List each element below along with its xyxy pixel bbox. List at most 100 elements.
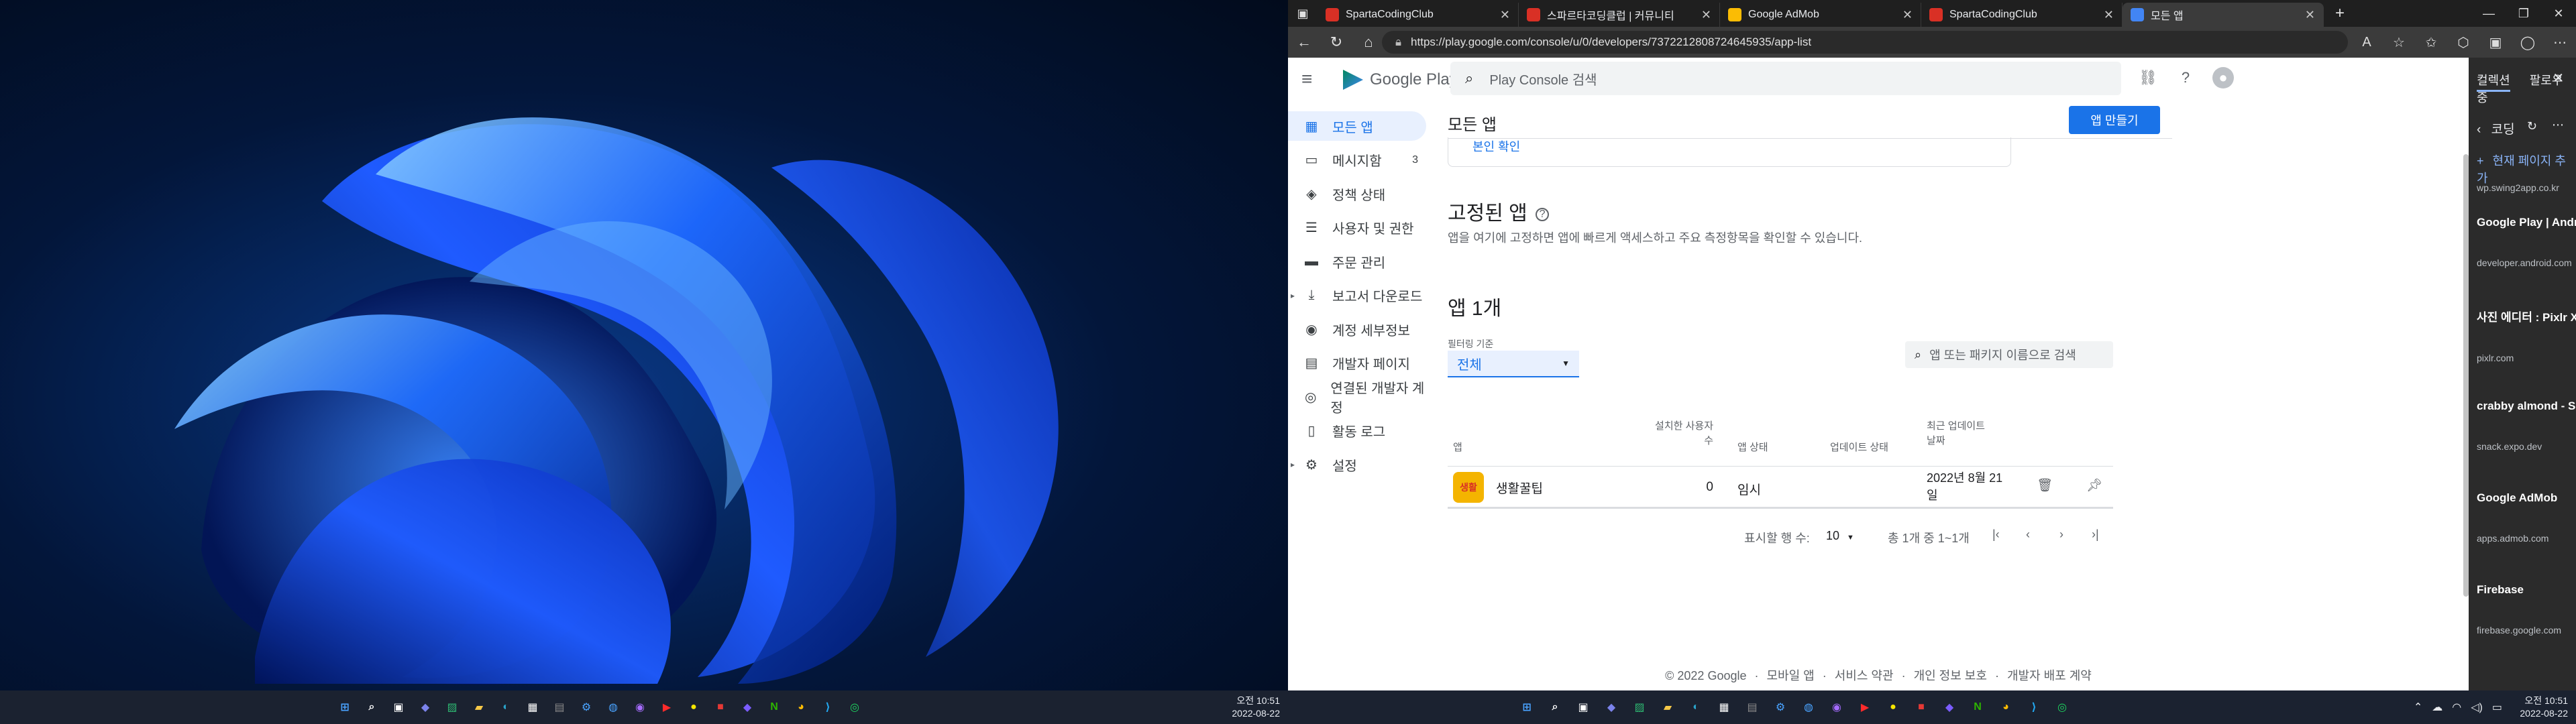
youtube-icon[interactable]: ▶ bbox=[656, 697, 678, 718]
minimize-icon[interactable]: — bbox=[2471, 0, 2506, 27]
search-icon[interactable]: ⌕ bbox=[1544, 697, 1566, 718]
new-tab-button[interactable]: + bbox=[2324, 0, 2356, 29]
tab-actions-icon[interactable]: ▣ bbox=[1288, 0, 1318, 29]
photos-icon[interactable]: ▨ bbox=[441, 697, 463, 718]
col-installs[interactable]: 설치한 사용자 수 bbox=[1646, 419, 1713, 448]
rows-per-page-select[interactable]: 10 ▼ bbox=[1826, 529, 1854, 543]
left-taskbar-clock[interactable]: 오전 10:51 2022-08-22 bbox=[1232, 695, 1280, 720]
volume-icon[interactable]: ◁) bbox=[2471, 701, 2483, 714]
col-status[interactable]: 앱 상태 bbox=[1737, 440, 1768, 455]
console-search-input[interactable]: ⌕ Play Console 검색 bbox=[1450, 62, 2121, 95]
right-taskbar-clock[interactable]: 오전 10:51 2022-08-22 bbox=[2520, 695, 2568, 720]
footer-link[interactable]: 개인 정보 보호 bbox=[1914, 669, 1987, 682]
app-red-icon[interactable]: ■ bbox=[710, 697, 731, 718]
edge-icon[interactable]: ◐ bbox=[1685, 697, 1707, 718]
chat-icon[interactable]: ◆ bbox=[1601, 697, 1622, 718]
pin-icon[interactable]: 📌︎ bbox=[2086, 477, 2102, 493]
restore-icon[interactable]: ❐ bbox=[2506, 0, 2541, 27]
footer-link[interactable]: 개발자 배포 계약 bbox=[2007, 669, 2092, 682]
expand-arrow-icon[interactable]: ▸ bbox=[1291, 291, 1295, 300]
sidebar-item[interactable]: ▬ 주문 관리 bbox=[1288, 247, 1426, 276]
vscode-icon[interactable]: ⟩ bbox=[2023, 697, 2045, 718]
favorites-list-icon[interactable]: ✩ bbox=[2415, 34, 2447, 51]
wifi-icon[interactable]: ◠ bbox=[2452, 701, 2461, 714]
browser-tab[interactable]: SpartaCodingClub ✕ bbox=[1921, 3, 2123, 27]
help-icon[interactable]: ? bbox=[1536, 208, 1550, 222]
collection-back[interactable]: ‹ 코딩 bbox=[2477, 119, 2515, 137]
link-icon[interactable]: ⛓ bbox=[2137, 67, 2159, 88]
more-icon[interactable]: ⋯ bbox=[2552, 118, 2564, 132]
close-tab-icon[interactable]: ✕ bbox=[2305, 8, 2315, 22]
chat-icon[interactable]: ◆ bbox=[415, 697, 436, 718]
chrome-icon[interactable]: ◕ bbox=[1995, 697, 2017, 718]
help-icon[interactable]: ? bbox=[2175, 67, 2196, 88]
naver-icon[interactable]: N bbox=[1967, 697, 1988, 718]
app-search-input[interactable]: ⌕ 앱 또는 패키지 이름으로 검색 bbox=[1905, 341, 2113, 368]
chrome-icon[interactable]: ◕ bbox=[790, 697, 812, 718]
battery-icon[interactable]: ▭ bbox=[2492, 701, 2502, 714]
settings-icon[interactable]: ⚙ bbox=[576, 697, 597, 718]
page-scrollbar[interactable] bbox=[2463, 154, 2469, 597]
prev-page-icon[interactable]: ‹ bbox=[2026, 528, 2030, 542]
tab-collections[interactable]: 컬렉션 bbox=[2477, 74, 2510, 92]
spotify-icon[interactable]: ◎ bbox=[2051, 697, 2073, 718]
browser-tab[interactable]: Google AdMob ✕ bbox=[1720, 3, 1921, 27]
kakao-icon[interactable]: ● bbox=[683, 697, 704, 718]
edge-icon[interactable]: ◐ bbox=[495, 697, 517, 718]
next-page-icon[interactable]: › bbox=[2059, 528, 2063, 542]
app-icon[interactable]: ◉ bbox=[1826, 697, 1847, 718]
calendar-icon[interactable]: ▦ bbox=[522, 697, 543, 718]
url-field[interactable]: 🔒︎ https://play.google.com/console/u/0/d… bbox=[1382, 31, 2348, 54]
search-icon[interactable]: ⌕ bbox=[361, 697, 382, 718]
task-view-icon[interactable]: ▣ bbox=[1572, 697, 1594, 718]
home-icon[interactable]: ⌂ bbox=[1352, 27, 1385, 58]
sidebar-item[interactable]: ▭ 메시지함 3 bbox=[1288, 145, 1426, 175]
close-tab-icon[interactable]: ✕ bbox=[2104, 8, 2114, 22]
sidebar-item[interactable]: ▯ 활동 로그 bbox=[1288, 416, 1426, 446]
notepad-icon[interactable]: ▤ bbox=[1741, 697, 1763, 718]
naver-icon[interactable]: N bbox=[763, 697, 785, 718]
read-aloud-icon[interactable]: A bbox=[2351, 35, 2383, 50]
footer-link[interactable]: 모바일 앱 bbox=[1767, 669, 1815, 682]
sidebar-item[interactable]: ▸ ⚙ 설정 bbox=[1288, 450, 1426, 479]
sidebar-item[interactable]: ▤ 개발자 페이지 bbox=[1288, 349, 1426, 378]
browser-tab[interactable]: SpartaCodingClub ✕ bbox=[1318, 3, 1519, 27]
cloud-icon[interactable]: ☁ bbox=[2432, 701, 2443, 714]
col-last-update[interactable]: 최근 업데이트 날짜 bbox=[1927, 419, 1985, 448]
start-icon[interactable]: ⊞ bbox=[1516, 697, 1538, 718]
close-tab-icon[interactable]: ✕ bbox=[1500, 8, 1510, 22]
collections-icon[interactable]: ▣ bbox=[2479, 34, 2512, 51]
browser-tab[interactable]: 모든 앱 ✕ bbox=[2123, 3, 2324, 27]
sidebar-item[interactable]: ◈ 정책 상태 bbox=[1288, 179, 1426, 208]
sync-icon[interactable]: ↻ bbox=[2527, 119, 2537, 133]
col-update-status[interactable]: 업데이트 상태 bbox=[1830, 440, 1888, 455]
vscode-icon[interactable]: ⟩ bbox=[817, 697, 839, 718]
collection-item[interactable]: Firebasefirebase.google.comFirebase bbox=[2477, 583, 2576, 636]
vpn-icon[interactable]: ◍ bbox=[602, 697, 624, 718]
sidebar-item[interactable]: ◉ 계정 세부정보 bbox=[1288, 314, 1426, 344]
spotify-icon[interactable]: ◎ bbox=[844, 697, 865, 718]
app-red-icon[interactable]: ■ bbox=[1911, 697, 1932, 718]
close-icon[interactable]: ✕ bbox=[2553, 70, 2564, 86]
app-icon[interactable]: ◉ bbox=[629, 697, 651, 718]
favorite-icon[interactable]: ☆ bbox=[2383, 34, 2415, 51]
close-window-icon[interactable]: ✕ bbox=[2541, 0, 2576, 27]
notepad-icon[interactable]: ▤ bbox=[549, 697, 570, 718]
photos-icon[interactable]: ▨ bbox=[1629, 697, 1650, 718]
explorer-icon[interactable]: ▰ bbox=[468, 697, 490, 718]
sidebar-item[interactable]: ▸ ⤓ 보고서 다운로드 bbox=[1288, 281, 1426, 310]
app-purple-icon[interactable]: ◆ bbox=[1939, 697, 1960, 718]
back-icon[interactable]: ← bbox=[1288, 27, 1320, 58]
collection-item[interactable]: 사진 에디터 : Pixlr X - 온라... pixlr.com bbox=[2477, 308, 2576, 363]
expand-arrow-icon[interactable]: ▸ bbox=[1291, 460, 1295, 469]
close-tab-icon[interactable]: ✕ bbox=[1701, 8, 1711, 22]
add-current-page-button[interactable]: + 현재 페이지 추가 bbox=[2477, 152, 2576, 186]
profile-icon[interactable]: ◯ bbox=[2512, 34, 2544, 51]
chevron-up-icon[interactable]: ⌃ bbox=[2414, 701, 2422, 714]
collection-item[interactable]: Google Play | Android D... developer.andr… bbox=[2477, 216, 2576, 268]
sidebar-item[interactable]: ◎ 연결된 개발자 계정 bbox=[1288, 381, 1426, 416]
calendar-icon[interactable]: ▦ bbox=[1713, 697, 1735, 718]
table-row[interactable]: 생활 생활꿀팁 0 임시 2022년 8월 21 일 🗑︎ 📌︎ bbox=[1448, 466, 2113, 509]
browser-tab[interactable]: 스파르타코딩클럽 | 커뮤니티 ✕ bbox=[1519, 3, 1720, 27]
filter-select[interactable]: 전체 ▼ bbox=[1448, 351, 1579, 377]
